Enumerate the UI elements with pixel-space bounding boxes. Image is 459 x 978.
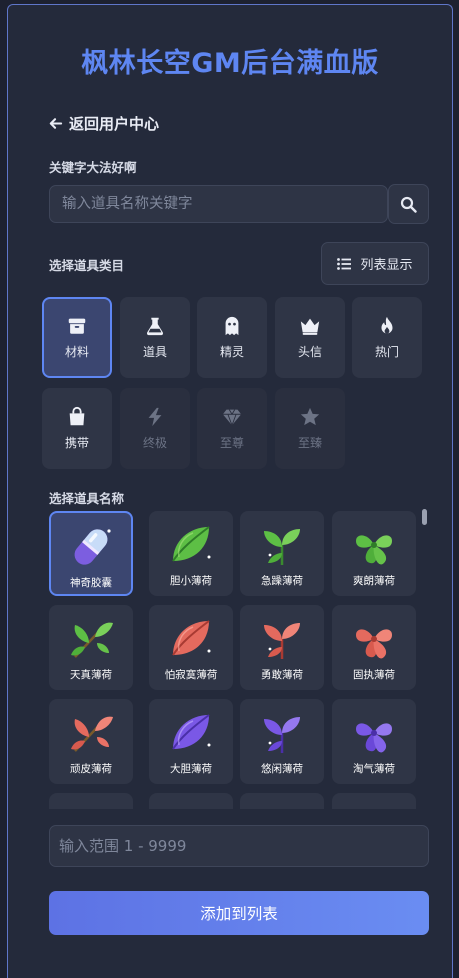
item-tile[interactable]: 胆小薄荷 xyxy=(149,511,233,596)
item-name: 胆小薄荷 xyxy=(170,575,212,587)
category-tile-materials[interactable]: 材料 xyxy=(42,297,112,378)
star-icon xyxy=(300,407,320,426)
capsule-icon xyxy=(74,529,111,565)
gem-icon xyxy=(222,409,242,427)
list-icon xyxy=(337,257,352,270)
item-tile[interactable]: 急躁薄荷 xyxy=(240,511,324,596)
sprout-purple-icon xyxy=(264,717,300,753)
item-name: 顽皮薄荷 xyxy=(70,763,112,775)
item-name: 勇敢薄荷 xyxy=(261,669,303,681)
search-icon xyxy=(400,196,417,213)
fire-icon xyxy=(381,316,393,334)
category-tile-props[interactable]: 道具 xyxy=(120,297,190,378)
item-name: 固执薄荷 xyxy=(353,669,395,681)
item-tile[interactable] xyxy=(49,793,133,809)
item-name: 淘气薄荷 xyxy=(353,763,395,775)
item-tile[interactable]: 爽朗薄荷 xyxy=(332,511,416,596)
category-tile-label: 至臻 xyxy=(297,436,322,450)
leaf-green-icon xyxy=(172,526,211,562)
item-tile[interactable]: 神奇胶囊 xyxy=(49,511,133,596)
quantity-range-input[interactable]: 输入范围 1 - 9999 xyxy=(49,825,429,867)
sprout-red-icon xyxy=(264,623,300,659)
category-tile-spirits[interactable]: 精灵 xyxy=(197,297,267,378)
add-to-list-label: 添加到列表 xyxy=(200,905,278,923)
item-tile[interactable] xyxy=(332,793,416,809)
item-name: 怕寂寞薄荷 xyxy=(164,669,218,681)
item-name: 悠闲薄荷 xyxy=(261,763,303,775)
ghost-icon xyxy=(225,316,239,336)
item-name: 大胆薄荷 xyxy=(170,763,212,775)
category-tile-label: 材料 xyxy=(64,345,89,359)
category-tile-popular[interactable]: 热门 xyxy=(352,297,422,378)
search-label: 关键字大法好啊 xyxy=(49,160,137,175)
item-tile[interactable]: 怕寂寞薄荷 xyxy=(149,605,233,690)
box-icon xyxy=(68,318,86,334)
item-tile[interactable]: 顽皮薄荷 xyxy=(49,699,133,784)
page-title: 枫林长空GM后台满血版 xyxy=(81,48,379,79)
bag-icon xyxy=(69,406,85,426)
search-button[interactable] xyxy=(388,184,429,224)
item-list-label: 选择道具名称 xyxy=(49,491,125,506)
sprig-red-icon xyxy=(71,716,113,752)
item-name: 急躁薄荷 xyxy=(261,575,303,587)
list-view-label: 列表显示 xyxy=(360,258,413,273)
back-link-label: 返回用户中心 xyxy=(69,115,160,133)
item-tile[interactable]: 淘气薄荷 xyxy=(332,699,416,784)
category-tile-headwear[interactable]: 头信 xyxy=(275,297,345,378)
category-tile-label: 至尊 xyxy=(219,436,244,450)
search-input[interactable]: 输入道具名称关键字 xyxy=(49,185,388,223)
category-tile-label: 头信 xyxy=(297,345,322,359)
crown-icon xyxy=(300,318,320,335)
clover-red-icon xyxy=(356,629,392,659)
clover-green-icon xyxy=(356,535,392,565)
flask-icon xyxy=(146,317,164,336)
clover-purple-icon xyxy=(356,723,392,753)
list-view-button[interactable]: 列表显示 xyxy=(321,242,429,285)
category-tile-label: 精灵 xyxy=(219,345,244,359)
item-tile[interactable] xyxy=(149,793,233,809)
item-tile[interactable]: 天真薄荷 xyxy=(49,605,133,690)
category-tile-label: 携带 xyxy=(64,436,89,450)
sprig-green-icon xyxy=(71,622,113,658)
category-tile-label: 终极 xyxy=(142,436,167,450)
sprout-green-icon xyxy=(264,529,300,565)
category-tile-label: 道具 xyxy=(142,345,167,359)
leaf-purple-icon xyxy=(172,714,211,750)
item-tile[interactable]: 大胆薄荷 xyxy=(149,699,233,784)
item-name: 天真薄荷 xyxy=(70,669,112,681)
item-grid-scrollbar[interactable] xyxy=(422,509,427,525)
category-label: 选择道具类目 xyxy=(49,258,125,273)
category-tile-perfect[interactable]: 至臻 xyxy=(275,388,345,469)
category-tile-label: 热门 xyxy=(374,345,399,359)
item-tile[interactable]: 固执薄荷 xyxy=(332,605,416,690)
category-tile-ultimate[interactable]: 终极 xyxy=(120,388,190,469)
category-tile-carry[interactable]: 携带 xyxy=(42,388,112,469)
item-tile[interactable] xyxy=(240,793,324,809)
add-to-list-button[interactable]: 添加到列表 xyxy=(49,891,429,935)
item-tile[interactable]: 悠闲薄荷 xyxy=(240,699,324,784)
item-name: 神奇胶囊 xyxy=(70,577,112,589)
item-name: 爽朗薄荷 xyxy=(353,575,395,587)
item-tile[interactable]: 勇敢薄荷 xyxy=(240,605,324,690)
back-link[interactable]: 返回用户中心 xyxy=(48,113,159,134)
bolt-icon xyxy=(148,407,162,427)
item-grid[interactable]: 神奇胶囊 胆小薄荷 急躁薄荷 爽朗薄荷 天真薄荷 怕寂寞薄荷 勇敢薄荷 固执薄荷… xyxy=(49,511,429,809)
arrow-left-icon xyxy=(49,118,63,129)
panel-frame: 枫林长空GM后台满血版 返回用户中心 关键字大法好啊 输入道具名称关键字 选择道… xyxy=(7,4,453,978)
leaf-red-icon xyxy=(172,620,211,656)
category-tile-supreme[interactable]: 至尊 xyxy=(197,388,267,469)
